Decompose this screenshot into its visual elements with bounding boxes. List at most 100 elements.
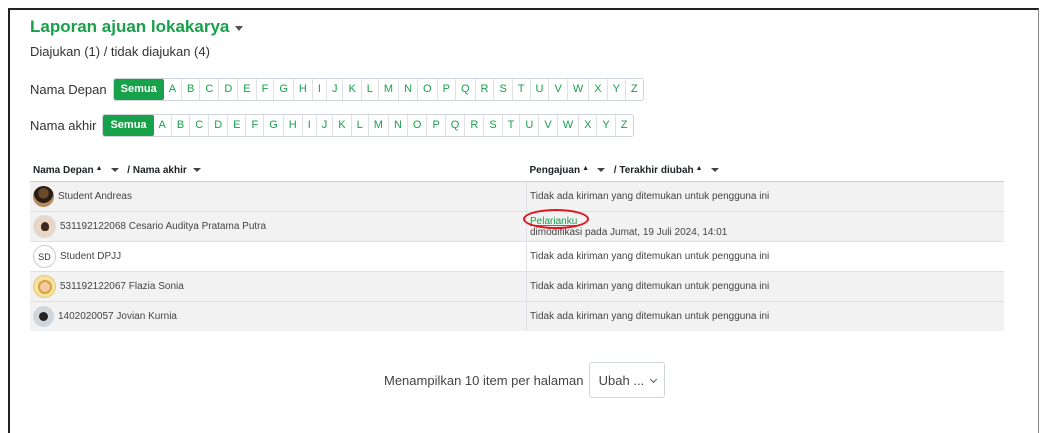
last-name-letter-r[interactable]: R [464, 115, 483, 136]
first-name-letter-s[interactable]: S [493, 79, 511, 100]
first-name-letter-m[interactable]: M [377, 79, 398, 100]
avatar[interactable] [33, 275, 56, 298]
avatar[interactable] [33, 215, 56, 238]
first-name-letter-v[interactable]: V [548, 79, 566, 100]
collapse-arrow-icon[interactable] [192, 167, 201, 172]
submission-summary: Diajukan (1) / tidak diajukan (4) [30, 44, 210, 59]
first-name-letter-o[interactable]: O [417, 79, 437, 100]
sort-asc-icon: ▲ [695, 165, 703, 172]
highlight-circle [523, 208, 589, 229]
first-name-letter-w[interactable]: W [566, 79, 588, 100]
submission-status: Tidak ada kiriman yang ditemukan untuk p… [526, 301, 1004, 331]
sort-last-name-link[interactable]: / Nama akhir [125, 165, 187, 176]
student-name-link[interactable]: Student DPJJ [60, 251, 121, 262]
sort-asc-icon: ▲ [95, 165, 103, 172]
first-name-letter-d[interactable]: D [218, 79, 237, 100]
last-name-letter-z[interactable]: Z [614, 115, 633, 136]
first-name-letter-y[interactable]: Y [606, 79, 625, 100]
last-name-letter-u[interactable]: U [519, 115, 538, 136]
last-name-letter-p[interactable]: P [426, 115, 444, 136]
submission-status: Tidak ada kiriman yang ditemukan untuk p… [526, 271, 1004, 302]
name-column-header: Nama Depan ▲ / Nama akhir [30, 160, 527, 182]
avatar[interactable]: SD [33, 245, 56, 268]
last-name-all-button[interactable]: Semua [103, 115, 154, 136]
last-name-letter-v[interactable]: V [538, 115, 556, 136]
last-name-letter-o[interactable]: O [406, 115, 427, 136]
last-name-letter-k[interactable]: K [332, 115, 350, 136]
first-name-letter-bar: Semua ABCDEFGHIJKLMNOPQRSTUVWXYZ [112, 78, 644, 101]
last-name-filter-label: Nama akhir [30, 118, 97, 133]
first-name-letter-r[interactable]: R [474, 79, 494, 100]
sort-modified-link[interactable]: / Terakhir diubah [611, 165, 694, 176]
first-name-letter-a[interactable]: A [164, 79, 181, 100]
last-name-letter-d[interactable]: D [208, 115, 227, 136]
last-name-letter-c[interactable]: C [189, 115, 208, 136]
first-name-letter-c[interactable]: C [199, 79, 218, 100]
last-name-letter-l[interactable]: L [350, 115, 368, 136]
last-name-letter-i[interactable]: I [301, 115, 316, 136]
last-name-letter-m[interactable]: M [367, 115, 388, 136]
student-name-link[interactable]: 531192122068 Cesario Auditya Pratama Put… [60, 221, 266, 232]
first-name-letter-t[interactable]: T [511, 79, 530, 100]
first-name-letter-e[interactable]: E [237, 79, 255, 100]
avatar[interactable] [33, 186, 54, 207]
first-name-letter-p[interactable]: P [436, 79, 455, 100]
sort-submission-link[interactable]: Pengajuan [530, 165, 581, 176]
last-name-filter: Nama akhir Semua ABCDEFGHIJKLMNOPQRSTUVW… [30, 114, 634, 137]
first-name-letter-u[interactable]: U [529, 79, 549, 100]
sort-asc-icon: ▲ [582, 165, 590, 172]
last-name-letter-bar: Semua ABCDEFGHIJKLMNOPQRSTUVWXYZ [102, 114, 634, 137]
table-row: 531192122068 Cesario Auditya Pratama Put… [30, 208, 1004, 242]
last-name-letter-j[interactable]: J [315, 115, 333, 136]
first-name-letter-j[interactable]: J [325, 79, 343, 100]
first-name-letter-i[interactable]: I [311, 79, 326, 100]
table-row: Student Andreas Tidak ada kiriman yang d… [30, 181, 1004, 212]
last-name-letter-x[interactable]: X [578, 115, 596, 136]
student-name-link[interactable]: Student Andreas [58, 191, 132, 202]
last-name-letter-a[interactable]: A [154, 115, 171, 136]
sort-first-name-link[interactable]: Nama Depan [33, 165, 94, 176]
last-name-letter-w[interactable]: W [556, 115, 578, 136]
first-name-letter-k[interactable]: K [342, 79, 360, 100]
first-name-letter-n[interactable]: N [398, 79, 417, 100]
first-name-letter-f[interactable]: F [255, 79, 274, 100]
first-name-filter-label: Nama Depan [30, 82, 107, 97]
collapse-arrow-icon[interactable] [597, 167, 606, 172]
last-name-letter-s[interactable]: S [483, 115, 501, 136]
last-name-letter-e[interactable]: E [227, 115, 245, 136]
last-name-letter-f[interactable]: F [245, 115, 263, 136]
last-name-letter-q[interactable]: Q [444, 115, 465, 136]
change-per-page-label: Ubah ... [598, 372, 645, 388]
table-row: 531192122067 Flazia Sonia Tidak ada kiri… [30, 271, 1004, 302]
first-name-letter-l[interactable]: L [360, 79, 378, 100]
first-name-all-button[interactable]: Semua [113, 79, 164, 100]
submissions-table: Nama Depan ▲ / Nama akhir Pengajuan ▲ / Te… [30, 160, 1004, 331]
per-page-text: Menampilkan 10 item per halaman [384, 372, 584, 388]
first-name-letter-b[interactable]: B [181, 79, 199, 100]
collapse-arrow-icon[interactable] [710, 167, 719, 172]
first-name-letter-z[interactable]: Z [624, 79, 643, 100]
last-name-letter-n[interactable]: N [387, 115, 407, 136]
change-per-page-button[interactable]: Ubah ... [589, 362, 666, 398]
last-name-letter-y[interactable]: Y [596, 115, 614, 136]
last-name-letter-b[interactable]: B [170, 115, 189, 136]
last-name-letter-g[interactable]: G [263, 115, 283, 136]
student-name-link[interactable]: 1402020057 Jovian Kurnia [58, 311, 177, 322]
report-title-menu[interactable]: Laporan ajuan lokakarya [30, 17, 244, 37]
avatar[interactable] [33, 306, 54, 327]
table-row: SD Student DPJJ Tidak ada kiriman yang di… [30, 241, 1004, 272]
first-name-letter-x[interactable]: X [588, 79, 606, 100]
submission-column-header: Pengajuan ▲ / Terakhir diubah ▲ [526, 160, 1004, 182]
chevron-down-icon[interactable] [235, 26, 244, 31]
last-name-letter-t[interactable]: T [501, 115, 520, 136]
page-title: Laporan ajuan lokakarya [30, 17, 230, 36]
last-name-letter-h[interactable]: H [282, 115, 302, 136]
first-name-letter-g[interactable]: G [273, 79, 293, 100]
first-name-filter: Nama Depan Semua ABCDEFGHIJKLMNOPQRSTUVW… [30, 78, 644, 101]
first-name-letter-h[interactable]: H [292, 79, 312, 100]
chevron-down-icon [650, 375, 658, 383]
student-name-link[interactable]: 531192122067 Flazia Sonia [60, 281, 184, 292]
submission-status: Tidak ada kiriman yang ditemukan untuk p… [526, 181, 1004, 212]
first-name-letter-q[interactable]: Q [454, 79, 475, 100]
collapse-arrow-icon[interactable] [110, 167, 119, 172]
